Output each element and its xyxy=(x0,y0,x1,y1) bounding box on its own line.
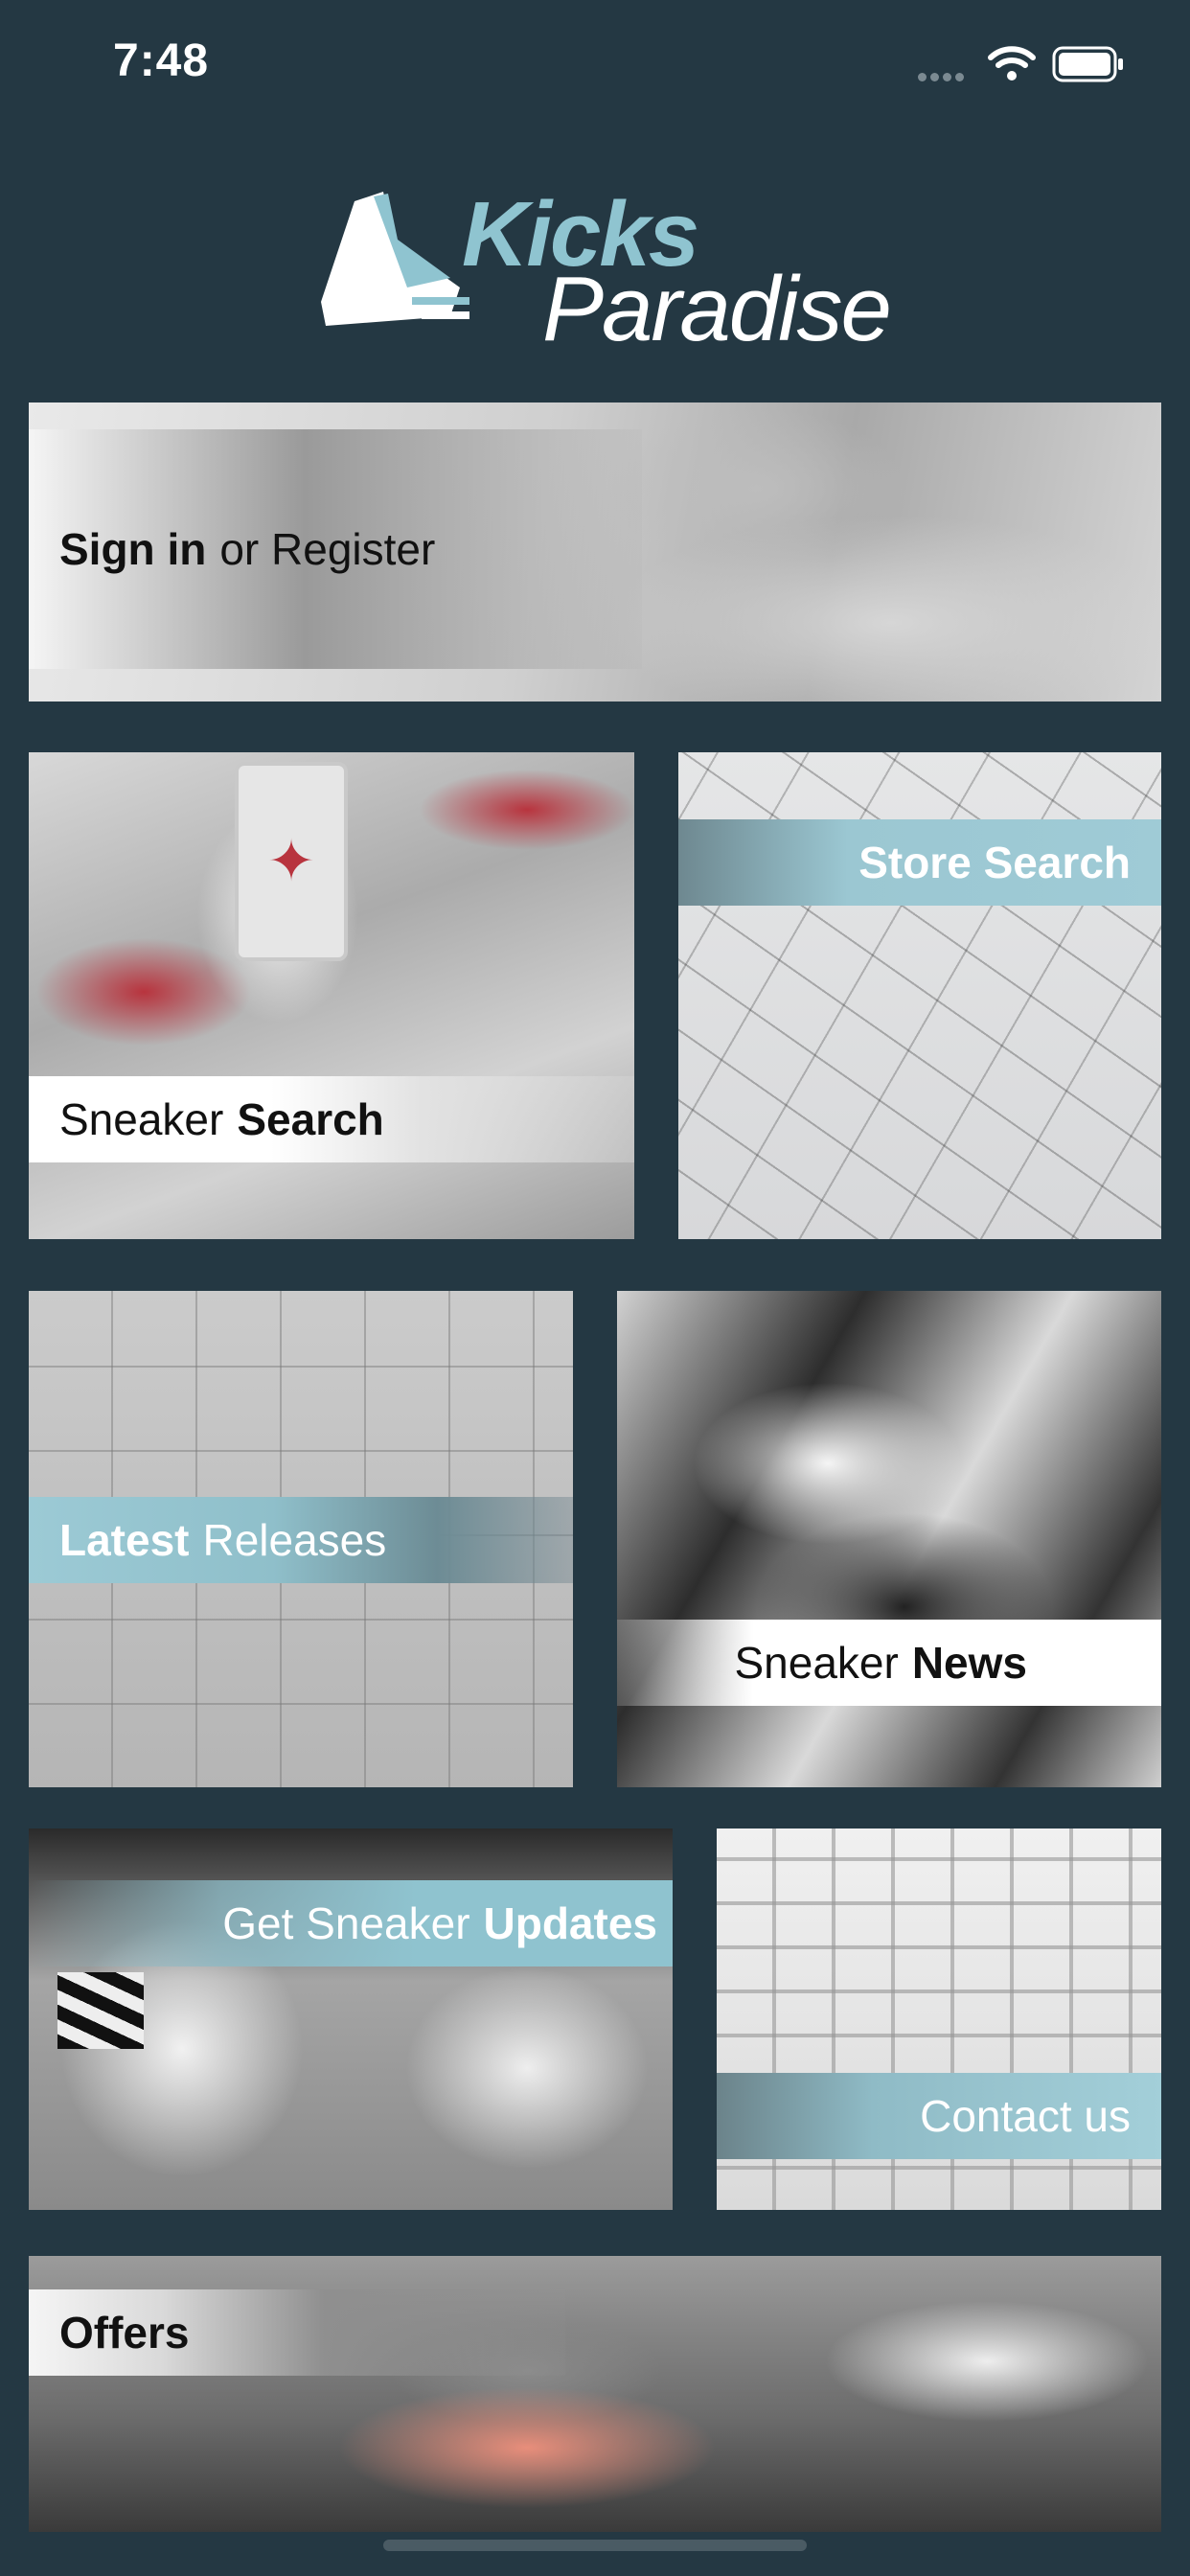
latest-releases-label-bold: Latest xyxy=(59,1515,190,1565)
sneaker-search-tile[interactable]: ✦ Sneaker Search xyxy=(29,752,634,1239)
sneaker-updates-label-regular: Get Sneaker xyxy=(222,1898,470,1948)
jumpman-tag-icon: ✦ xyxy=(235,762,348,961)
status-bar: 7:48 xyxy=(0,0,1190,125)
sneaker-updates-tile[interactable]: Get Sneaker Updates xyxy=(29,1828,673,2210)
store-search-label: Store Search xyxy=(678,819,1161,906)
status-time: 7:48 xyxy=(113,35,210,86)
signin-tile[interactable]: Sign in or Register xyxy=(29,402,1161,702)
sneaker-search-label-bold: Search xyxy=(237,1094,384,1144)
logo-text-paradise: Paradise xyxy=(542,258,892,360)
home-indicator[interactable] xyxy=(383,2540,807,2551)
store-search-label-bold: Store Search xyxy=(858,838,1131,887)
sneaker-logo-icon xyxy=(321,192,469,326)
contact-label-regular: Contact us xyxy=(920,2091,1131,2141)
app-logo: Kicks Paradise xyxy=(316,182,892,360)
sneaker-search-label-regular: Sneaker xyxy=(59,1094,224,1144)
contact-label: Contact us xyxy=(717,2073,1161,2159)
signal-icon xyxy=(918,69,968,86)
store-search-tile[interactable]: Store Search xyxy=(678,752,1161,1239)
signin-label: Sign in or Register xyxy=(29,429,642,669)
sneaker-news-image xyxy=(617,1291,1161,1787)
latest-releases-label: Latest Releases xyxy=(29,1497,573,1583)
sneaker-news-label-regular: Sneaker xyxy=(734,1638,899,1688)
sneaker-updates-label: Get Sneaker Updates xyxy=(29,1880,673,1966)
offers-label-bold: Offers xyxy=(59,2308,190,2358)
signin-label-regular: or Register xyxy=(219,524,436,574)
wifi-icon xyxy=(988,46,1036,80)
signin-label-bold: Sign in xyxy=(59,524,207,574)
shoe-stripes-decoration xyxy=(57,1972,144,2049)
latest-releases-tile[interactable]: Latest Releases xyxy=(29,1291,573,1787)
offers-label: Offers xyxy=(29,2289,565,2376)
battery-icon xyxy=(1052,46,1123,82)
sneaker-news-label: Sneaker News xyxy=(617,1620,1161,1706)
latest-releases-label-regular: Releases xyxy=(202,1515,387,1565)
sneaker-news-label-bold: News xyxy=(911,1638,1027,1688)
offers-tile[interactable]: Offers xyxy=(29,2256,1161,2532)
contact-tile[interactable]: Contact us xyxy=(717,1828,1161,2210)
sneaker-search-label: Sneaker Search xyxy=(29,1076,634,1162)
sneaker-news-tile[interactable]: Sneaker News xyxy=(617,1291,1161,1787)
sneaker-updates-label-bold: Updates xyxy=(483,1898,657,1948)
